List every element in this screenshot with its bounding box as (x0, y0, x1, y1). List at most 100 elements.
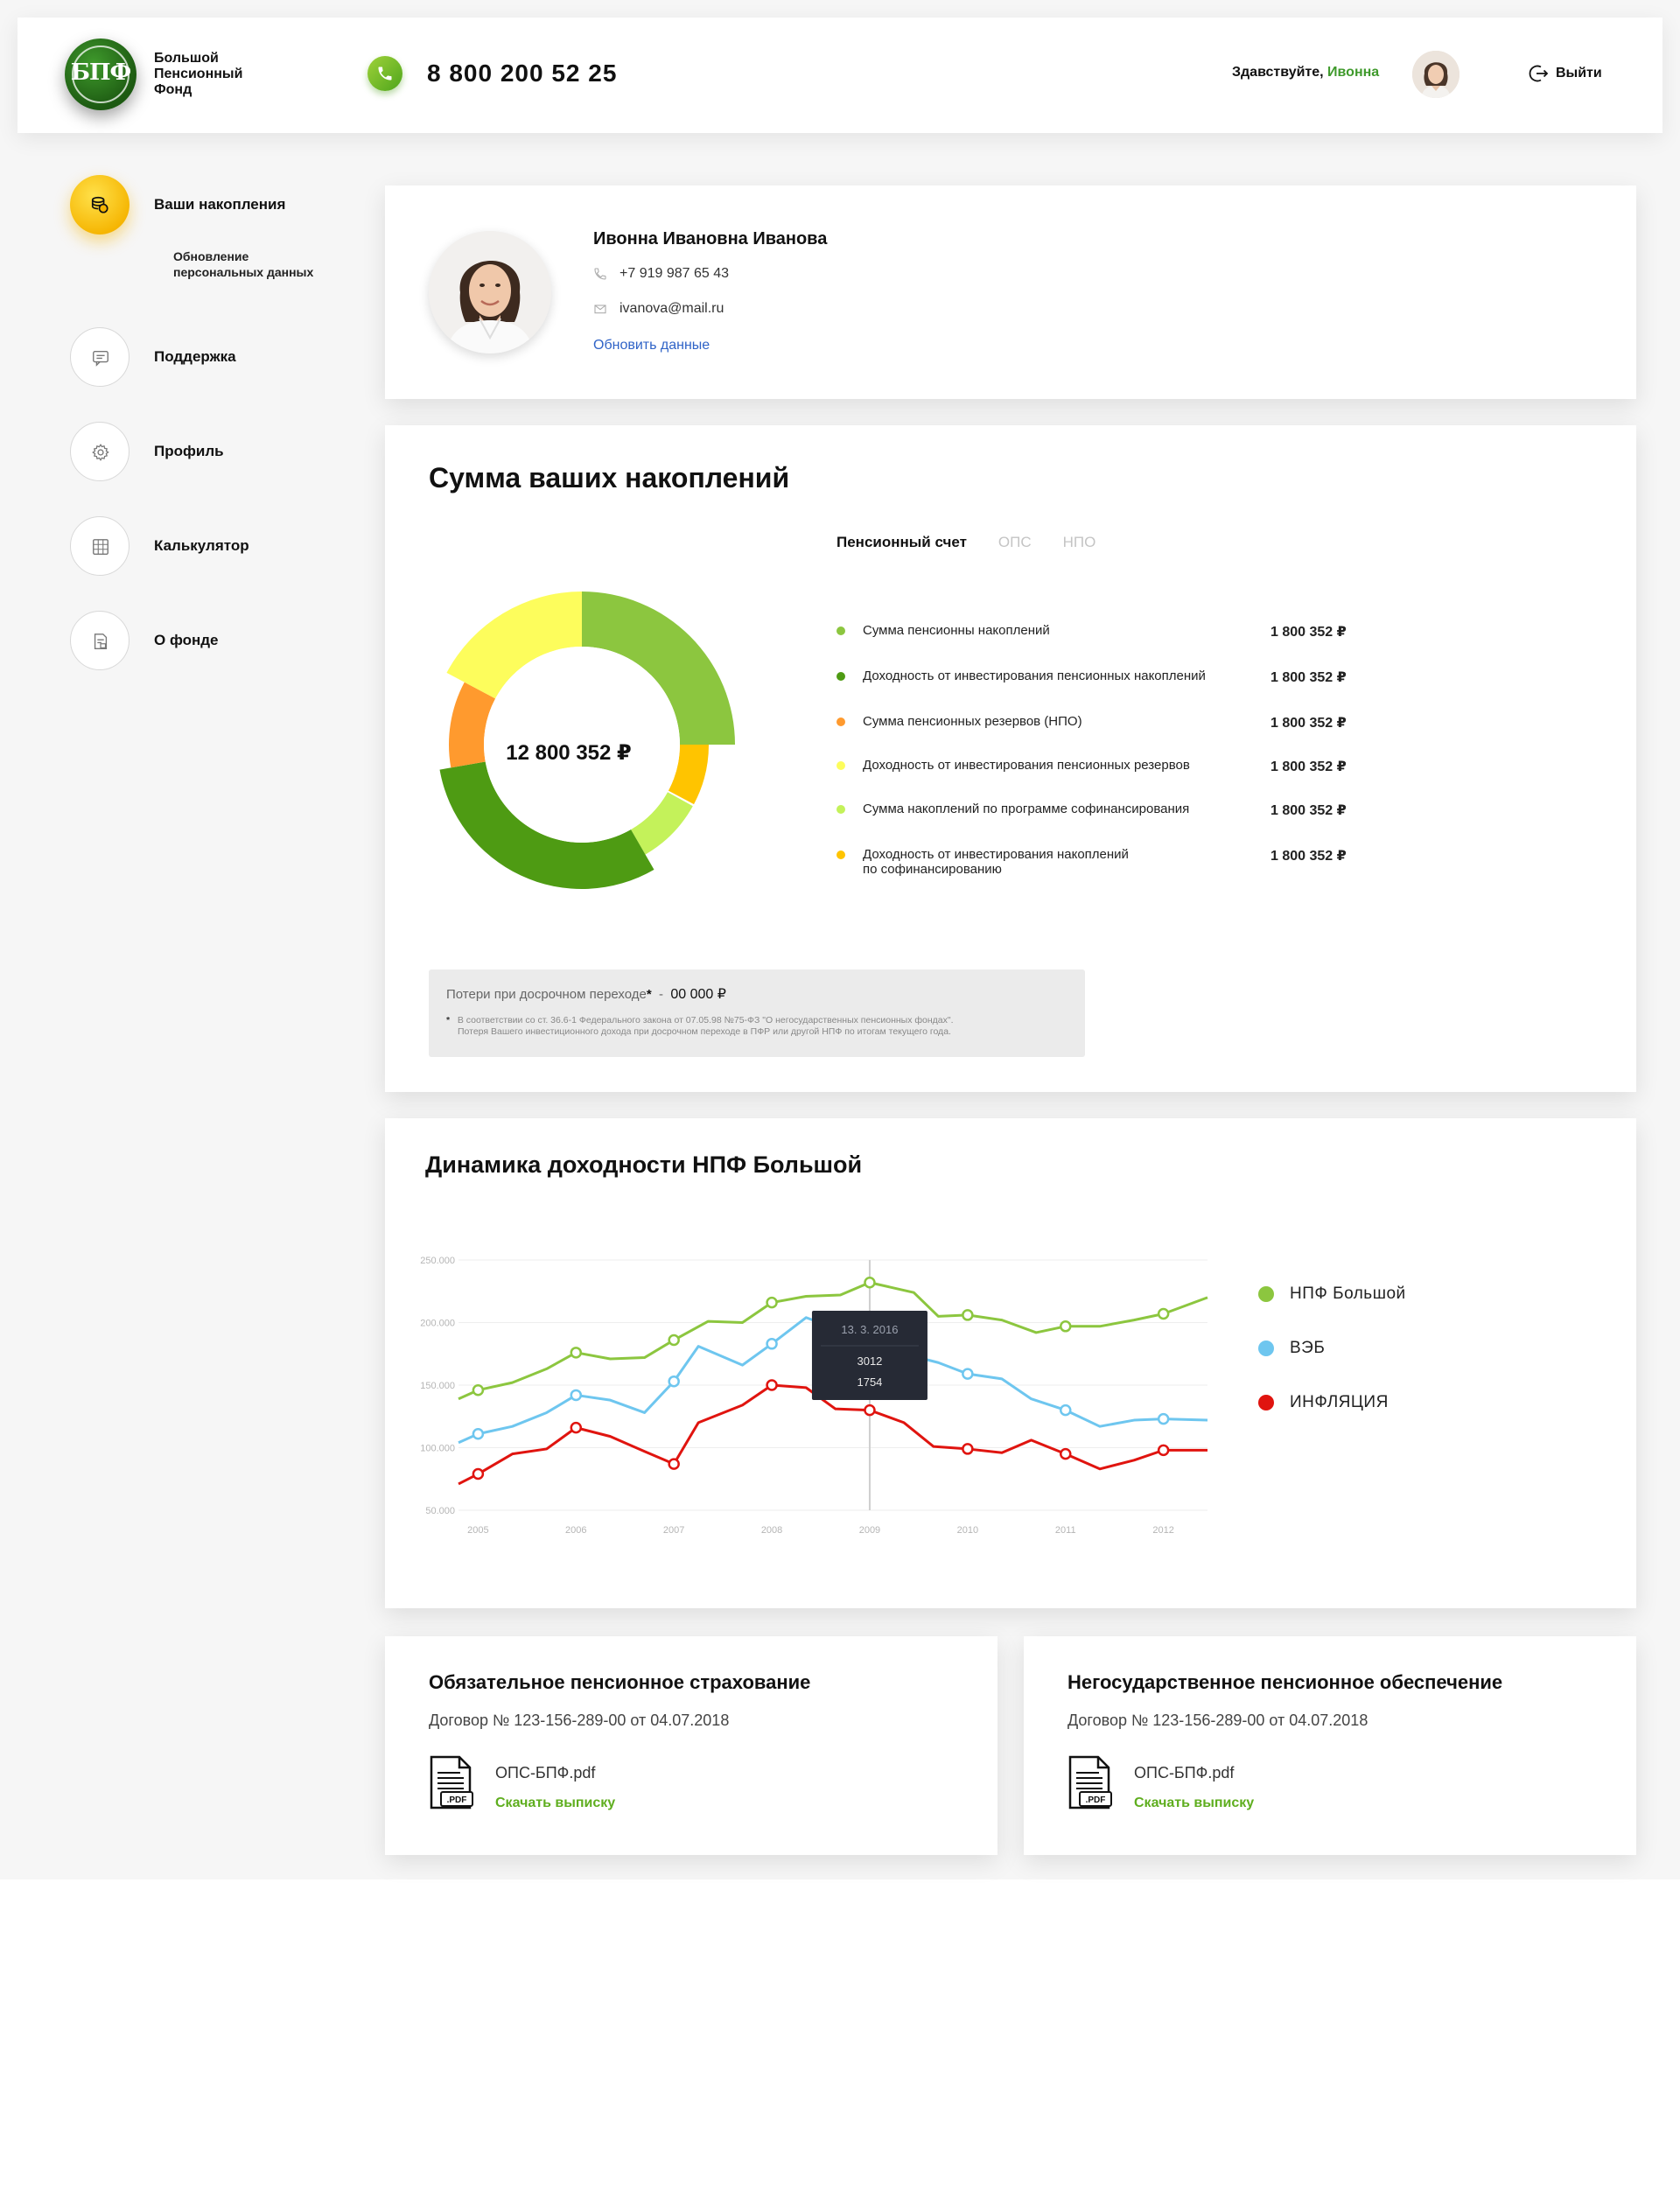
chart-tooltip: 13. 3. 2016 3012 1754 (811, 1311, 928, 1400)
loss-footnote-line: Потеря Вашего инвестиционного дохода при… (458, 1026, 951, 1037)
savings-card: Сумма ваших накоплений Пенсионный счет О… (385, 425, 1636, 1092)
savings-total: 12 800 352 ₽ (506, 741, 632, 765)
document-file-name[interactable]: ОПС-БПФ.pdf (495, 1764, 595, 1782)
legend-dot (1258, 1395, 1274, 1410)
sidebar-item-icon-circle (70, 611, 130, 670)
avatar[interactable] (1412, 51, 1460, 98)
download-statement-link[interactable]: Скачать выписку (495, 1796, 615, 1811)
data-point[interactable] (668, 1375, 680, 1388)
sidebar-item-calculator[interactable]: Калькулятор (70, 516, 249, 576)
data-point[interactable] (472, 1383, 485, 1396)
sidebar-item-icon-circle (70, 327, 130, 387)
pdf-file-badge: .PDF (1086, 1796, 1106, 1805)
data-point[interactable] (962, 1309, 974, 1321)
document-file-name[interactable]: ОПС-БПФ.pdf (1134, 1764, 1234, 1782)
y-tick-label: 150.000 (420, 1381, 455, 1391)
sidebar-item-profile[interactable]: Профиль (70, 422, 224, 481)
savings-legend-item: Сумма пенсионных резервов (НПО) 1 800 35… (836, 714, 1362, 732)
sidebar-subitem-update-personal-data[interactable]: Обновление персональных данных (173, 248, 348, 280)
y-tick-label: 250.000 (420, 1256, 455, 1266)
sidebar-item-about[interactable]: О фонде (70, 611, 219, 670)
data-point[interactable] (1157, 1307, 1170, 1320)
chart-legend-item[interactable]: ВЭБ (1258, 1339, 1325, 1358)
tab-pension-account[interactable]: Пенсионный счет (836, 534, 967, 551)
savings-legend-item: Сумма пенсионны накоплений 1 800 352 ₽ (836, 623, 1362, 640)
early-transfer-loss-box: Потери при досрочном переходе * - 00 000 … (429, 970, 1085, 1057)
hotline-phone[interactable]: 8 800 200 52 25 (427, 60, 617, 88)
tab-npo[interactable]: НПО (1063, 534, 1096, 551)
data-point[interactable] (472, 1467, 485, 1480)
data-point[interactable] (864, 1276, 876, 1289)
data-point[interactable] (766, 1296, 778, 1309)
chart-legend-item[interactable]: ИНФЛЯЦИЯ (1258, 1393, 1389, 1412)
calculator-icon (93, 539, 108, 555)
sidebar-item-label: Калькулятор (154, 537, 249, 554)
data-point[interactable] (570, 1421, 583, 1434)
download-statement-link[interactable]: Скачать выписку (1134, 1796, 1254, 1811)
x-tick-label: 2012 (1152, 1525, 1173, 1536)
loss-label: Потери при досрочном переходе (446, 987, 647, 1002)
phone-icon (594, 268, 606, 280)
pdf-file-badge: .PDF (447, 1796, 467, 1805)
data-point[interactable] (1060, 1320, 1072, 1333)
update-data-link[interactable]: Обновить данные (593, 338, 710, 354)
yield-line-chart: 50.000 100.000 150.000 200.000 250.000 2005 20… (420, 1256, 1208, 1536)
document-contract: Договор № 123-156-289-00 от 04.07.2018 (429, 1712, 730, 1729)
sidebar-subitem-line: персональных данных (173, 265, 314, 279)
chart-legend-item[interactable]: НПФ Большой (1258, 1284, 1406, 1304)
data-point[interactable] (962, 1443, 974, 1455)
legend-label: Сумма пенсионных резервов (НПО) (863, 714, 1082, 729)
data-point[interactable] (1157, 1444, 1170, 1457)
legend-dot (836, 672, 845, 681)
legend-dot (836, 626, 845, 635)
sidebar-item-label: Поддержка (154, 348, 236, 365)
data-point[interactable] (1060, 1447, 1072, 1460)
greeting-text: Здавствуйте, (1232, 65, 1328, 80)
data-point[interactable] (766, 1338, 778, 1350)
dynamics-card: Динамика доходности НПФ Большой 50.000 10… (385, 1118, 1636, 1608)
legend-label: Доходность от инвестирования пенсионных … (863, 758, 1190, 773)
data-point[interactable] (766, 1379, 778, 1391)
header: БПФ Большой Пенсионный Фонд 8 800 200 52… (18, 18, 1662, 133)
logo[interactable]: БПФ (65, 38, 136, 110)
sidebar-item-icon-circle (70, 175, 130, 234)
data-point[interactable] (570, 1389, 583, 1402)
logout-icon (1529, 65, 1549, 82)
legend-value: 1 800 352 ₽ (1270, 716, 1347, 731)
legend-label: Сумма накоплений по программе софинансир… (863, 802, 1190, 816)
brand-line: Пенсионный (154, 66, 243, 81)
pdf-file-icon: .PDF (430, 1755, 473, 1810)
x-tick-label: 2007 (663, 1525, 684, 1536)
legend-label: Доходность от инвестирования накоплений … (863, 847, 1265, 877)
data-point[interactable] (668, 1334, 680, 1347)
phone-icon[interactable] (368, 56, 402, 91)
legend-value: 1 800 352 ₽ (1270, 625, 1347, 640)
sidebar-item-savings[interactable]: Ваши накопления (70, 175, 285, 234)
gear-icon (92, 444, 109, 461)
brand-name: Большой Пенсионный Фонд (154, 51, 276, 98)
sidebar-item-support[interactable]: Поддержка (70, 327, 236, 387)
tab-ops[interactable]: ОПС (998, 534, 1032, 551)
logout-button[interactable]: Выйти (1528, 63, 1602, 84)
data-point[interactable] (570, 1347, 583, 1359)
data-point[interactable] (864, 1404, 876, 1417)
dynamics-title: Динамика доходности НПФ Большой (425, 1152, 863, 1178)
data-point[interactable] (668, 1458, 680, 1470)
data-point[interactable] (1157, 1412, 1170, 1425)
loss-separator: - (651, 987, 671, 1002)
sidebar-item-icon-circle (70, 516, 130, 576)
coins-icon (91, 196, 108, 214)
data-point[interactable] (962, 1368, 974, 1380)
profile-card: Ивонна Ивановна Иванова +7 919 987 65 43… (385, 186, 1636, 399)
logout-label: Выйти (1556, 66, 1602, 80)
tooltip-v2: 1754 (857, 1376, 882, 1389)
x-tick-label: 2008 (761, 1525, 782, 1536)
x-tick-label: 2005 (467, 1525, 488, 1536)
legend-dot (1258, 1340, 1274, 1356)
loss-footnote: * В соответствии со ст. 36.6-1 Федеральн… (446, 1015, 1059, 1038)
pdf-file-icon: .PDF (1068, 1755, 1112, 1810)
legend-label: ВЭБ (1290, 1339, 1326, 1357)
savings-legend-item: Доходность от инвестирования накоплений … (836, 847, 1362, 877)
data-point[interactable] (472, 1428, 485, 1440)
data-point[interactable] (1060, 1404, 1072, 1417)
